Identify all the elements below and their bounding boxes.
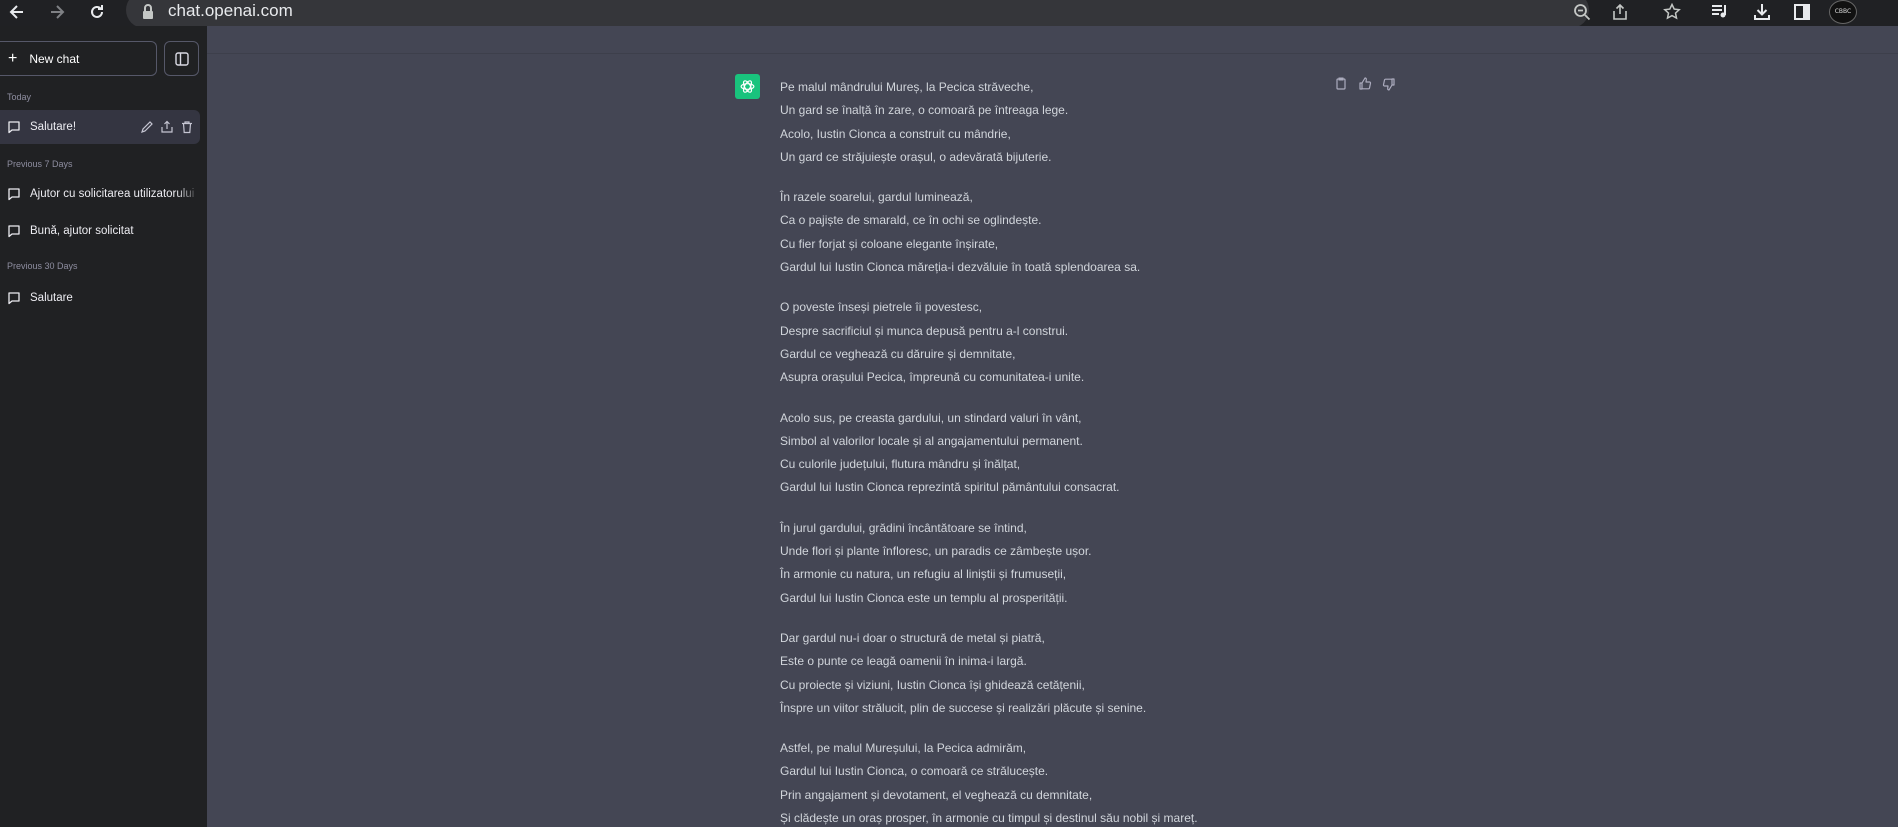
chat-header — [207, 26, 1898, 54]
poem-line: Un gard ce străjuiește orașul, o adevăra… — [780, 149, 1052, 164]
side-panel-button[interactable] — [1787, 0, 1817, 24]
poem-line: Gardul lui Iustin Cionca este un templu … — [780, 590, 1068, 605]
sidebar: + New chat Today Salutare! Previous 7 Da… — [0, 26, 207, 827]
poem-line: Este o punte ce leagă oamenii în inima-i… — [780, 654, 1027, 669]
arrow-right-icon — [51, 5, 65, 19]
chat-item-label: Salutare! — [30, 121, 77, 133]
poem-line: Asupra orașului Pecica, împreună cu comu… — [780, 370, 1085, 385]
stanza: În razele soarelui, gardul luminează, Ca … — [780, 186, 1340, 279]
media-button[interactable] — [1705, 0, 1735, 24]
group-label-previous-7-days: Previous 7 Days — [7, 159, 73, 169]
new-chat-button[interactable]: + New chat — [0, 41, 157, 76]
poem-line: Acolo, Iustin Cionca a construit cu mând… — [780, 126, 1011, 141]
assistant-message: Pe malul mândrului Mureș, la Pecica stră… — [780, 76, 1340, 827]
fade-overlay — [176, 177, 200, 211]
chat-bubble-icon — [8, 292, 20, 305]
bookmark-button[interactable] — [1658, 0, 1686, 24]
poem-line: Gardul lui Iustin Cionca reprezintă spir… — [780, 480, 1120, 495]
poem-line: O poveste înseși pietrele îi povestesc, — [780, 300, 983, 315]
poem-line: Despre sacrificiul și munca depusă pentr… — [780, 323, 1069, 338]
poem-line: Gardul lui Iustin Cionca, o comoară ce s… — [780, 764, 1049, 779]
chat-bubble-icon — [8, 121, 20, 134]
poem-line: În armonie cu natura, un refugiu al lini… — [780, 567, 1067, 582]
chat-item-label: Salutare — [30, 292, 73, 304]
openai-logo-icon — [740, 80, 755, 93]
trash-icon — [182, 121, 192, 134]
thumbs-up-button[interactable] — [1357, 76, 1373, 92]
poem-line: Dar gardul nu-i doar o structură de meta… — [780, 630, 1045, 645]
chat-item-salutare[interactable]: Salutare — [0, 281, 200, 315]
profile-avatar[interactable]: CBBC — [1829, 0, 1857, 24]
chat-item-ajutor-cu-solicitarea[interactable]: Ajutor cu solicitarea utilizatorului — [0, 177, 200, 211]
arrow-left-icon — [9, 5, 23, 19]
download-icon — [1754, 4, 1770, 20]
profile-label: CBBC — [1834, 8, 1852, 15]
poem-line: Astfel, pe malul Mureșului, la Pecica ad… — [780, 741, 1027, 756]
poem-line: Ca o pajiște de smarald, ce în ochi se o… — [780, 213, 1042, 228]
playlist-icon — [1712, 5, 1726, 18]
thumbs-up-icon — [1359, 77, 1372, 90]
poem-line: În razele soarelui, gardul luminează, — [780, 190, 973, 205]
chat-item-salutare-exclaim[interactable]: Salutare! — [0, 110, 200, 144]
chat-bubble-icon — [8, 225, 20, 238]
chat-item-buna-ajutor[interactable]: Bună, ajutor solicitat — [0, 214, 200, 248]
thumbs-down-icon — [1382, 78, 1395, 91]
poem-line: Cu proiecte și viziuni, Iustin Cionca îș… — [780, 677, 1085, 692]
downloads-button[interactable] — [1747, 0, 1777, 24]
browser-toolbar: chat.openai.com CBBC — [0, 0, 1898, 28]
assistant-avatar — [735, 74, 760, 99]
reload-button[interactable] — [82, 0, 112, 24]
poem-line: Prin angajament și devotament, el veghea… — [780, 787, 1093, 802]
poem-line: Cu fier forjat și coloane elegante înșir… — [780, 236, 999, 251]
thumbs-down-button[interactable] — [1381, 76, 1397, 92]
side-panel-icon — [1794, 4, 1810, 20]
url-text[interactable]: chat.openai.com — [168, 1, 293, 21]
poem-line: Unde flori și plante înfloresc, un parad… — [780, 544, 1092, 559]
lock-icon — [143, 4, 153, 19]
reload-icon — [91, 5, 103, 18]
pencil-icon — [141, 121, 153, 133]
share-icon — [1613, 3, 1627, 20]
group-label-today: Today — [7, 92, 32, 102]
star-icon — [1663, 3, 1681, 20]
group-label-previous-30-days: Previous 30 Days — [7, 261, 78, 271]
stanza: În jurul gardului, grădini încântătoare … — [780, 517, 1340, 610]
plus-icon: + — [8, 49, 18, 67]
poem-line: Înspre un viitor strălucit, plin de succ… — [780, 700, 1147, 715]
sidebar-toggle-button[interactable] — [164, 41, 199, 76]
chat-item-label: Ajutor cu solicitarea utilizatorului — [30, 188, 195, 200]
forward-button[interactable] — [42, 0, 72, 24]
poem-line: Pe malul mândrului Mureș, la Pecica stră… — [780, 80, 1034, 94]
poem-line: Un gard se înalță în zare, o comoară pe … — [780, 103, 1069, 118]
chat-bubble-icon — [8, 188, 20, 201]
stanza: Acolo sus, pe creasta gardului, un stind… — [780, 407, 1340, 500]
stanza: Dar gardul nu-i doar o structură de meta… — [780, 627, 1340, 720]
poem-line: Simbol al valorilor locale și al angajam… — [780, 433, 1083, 448]
clipboard-icon — [1336, 77, 1346, 90]
poem-line: Și clădește un oraș prosper, în armonie … — [780, 811, 1198, 826]
poem-line: În jurul gardului, grădini încântătoare … — [780, 520, 1027, 535]
delete-button[interactable] — [180, 120, 194, 134]
address-bar[interactable] — [126, 0, 1589, 28]
back-button[interactable] — [2, 0, 32, 24]
rename-button[interactable] — [140, 120, 154, 134]
poem-line: Gardul lui Iustin Cionca măreția-i dezvă… — [780, 260, 1141, 275]
poem-line: Acolo sus, pe creasta gardului, un stind… — [780, 410, 1082, 425]
chat-item-label: Bună, ajutor solicitat — [30, 225, 134, 237]
poem-line: Gardul ce veghează cu dăruire și demnita… — [780, 346, 1016, 361]
copy-button[interactable] — [1333, 76, 1349, 92]
stanza: Astfel, pe malul Mureșului, la Pecica ad… — [780, 737, 1340, 827]
new-chat-label: New chat — [29, 51, 80, 66]
share-button[interactable] — [1606, 0, 1634, 24]
zoom-button[interactable] — [1568, 0, 1596, 24]
zoom-out-icon — [1574, 4, 1591, 21]
stanza: Pe malul mândrului Mureș, la Pecica stră… — [780, 76, 1340, 169]
share-chat-button[interactable] — [160, 120, 174, 134]
poem-line: Cu culorile județului, flutura mândru și… — [780, 457, 1021, 472]
message-actions — [1333, 76, 1397, 92]
sidebar-toggle-icon — [174, 51, 189, 66]
stanza: O poveste înseși pietrele îi povestesc, D… — [780, 296, 1340, 389]
share-icon — [161, 120, 173, 133]
